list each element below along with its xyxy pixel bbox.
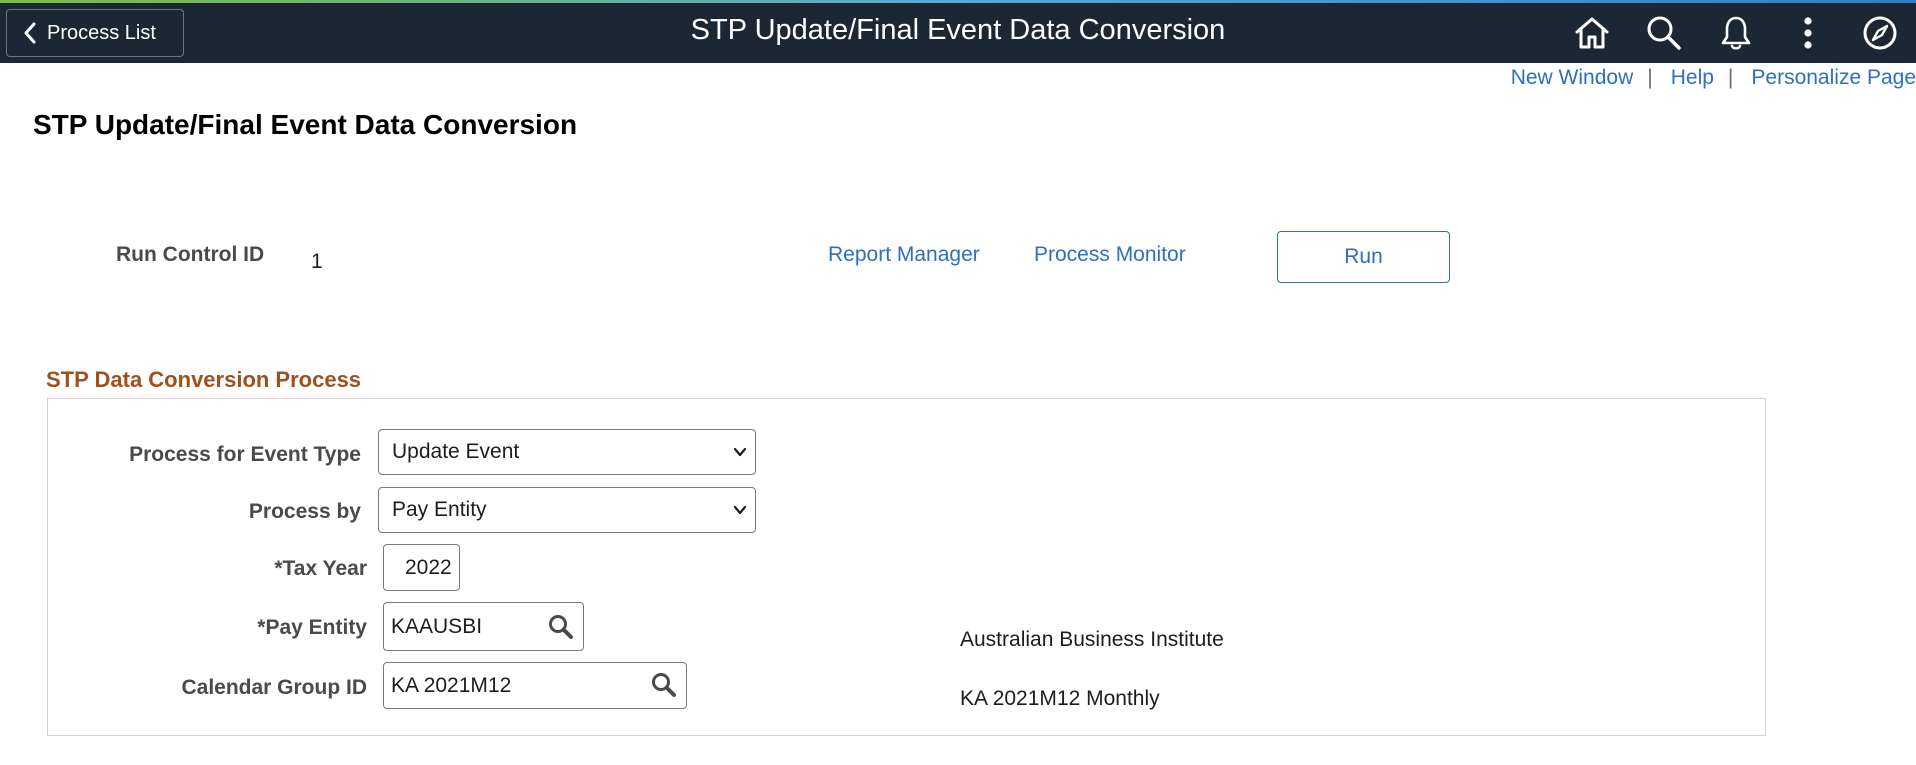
calendar-group-label: Calendar Group ID <box>181 676 367 699</box>
top-banner: Process List STP Update/Final Event Data… <box>0 3 1916 63</box>
navbar-compass-icon <box>1863 16 1897 50</box>
calendar-group-description: KA 2021M12 Monthly <box>960 687 1160 710</box>
calendar-group-input[interactable]: KA 2021M12 <box>383 662 687 709</box>
pay-entity-description: Australian Business Institute <box>960 628 1224 651</box>
back-button-label: Process List <box>47 21 156 44</box>
home-icon <box>1575 17 1609 49</box>
page-links-bar: New Window | Help | Personalize Page <box>1511 66 1916 90</box>
pay-entity-label: *Pay Entity <box>257 616 367 639</box>
event-type-label: Process for Event Type <box>129 443 361 466</box>
link-separator: | <box>1647 66 1653 89</box>
tax-year-label: *Tax Year <box>274 557 367 580</box>
run-control-id-value: 1 <box>311 250 323 273</box>
chevron-left-icon <box>24 22 36 44</box>
process-by-select[interactable]: Pay Entity <box>378 487 756 533</box>
new-window-link[interactable]: New Window <box>1511 66 1634 90</box>
report-manager-link[interactable]: Report Manager <box>828 243 980 267</box>
chevron-down-icon <box>733 447 747 457</box>
navbar-button[interactable] <box>1844 3 1916 63</box>
tax-year-input[interactable]: 2022 <box>383 544 460 591</box>
process-monitor-link[interactable]: Process Monitor <box>1034 243 1186 267</box>
process-by-label: Process by <box>248 500 361 523</box>
notifications-button[interactable] <box>1700 3 1772 63</box>
global-search-button[interactable] <box>1628 3 1700 63</box>
section-title: STP Data Conversion Process <box>46 367 362 392</box>
page-title: STP Update/Final Event Data Conversion <box>33 109 578 140</box>
home-button[interactable] <box>1556 3 1628 63</box>
run-button[interactable]: Run <box>1277 231 1450 283</box>
pay-entity-value: KAAUSBI <box>391 614 483 638</box>
process-list-back-button[interactable]: Process List <box>6 9 184 57</box>
actions-menu-icon <box>1804 17 1812 49</box>
event-type-select[interactable]: Update Event <box>378 429 756 475</box>
event-type-value: Update Event <box>392 440 520 463</box>
help-link[interactable]: Help <box>1671 66 1714 90</box>
chevron-down-icon <box>733 505 747 515</box>
notification-bell-icon <box>1721 16 1751 50</box>
search-icon <box>1647 16 1681 50</box>
calendar-group-lookup-search-icon[interactable] <box>651 672 677 698</box>
run-control-id-label: Run Control ID <box>116 243 265 266</box>
personalize-page-link[interactable]: Personalize Page <box>1751 66 1916 90</box>
link-separator: | <box>1727 66 1734 89</box>
actions-menu-button[interactable] <box>1772 3 1844 63</box>
banner-icon-bar <box>1556 3 1916 63</box>
process-by-value: Pay Entity <box>392 498 487 521</box>
calendar-group-value: KA 2021M12 <box>391 673 512 697</box>
pay-entity-lookup-search-icon[interactable] <box>548 614 574 640</box>
